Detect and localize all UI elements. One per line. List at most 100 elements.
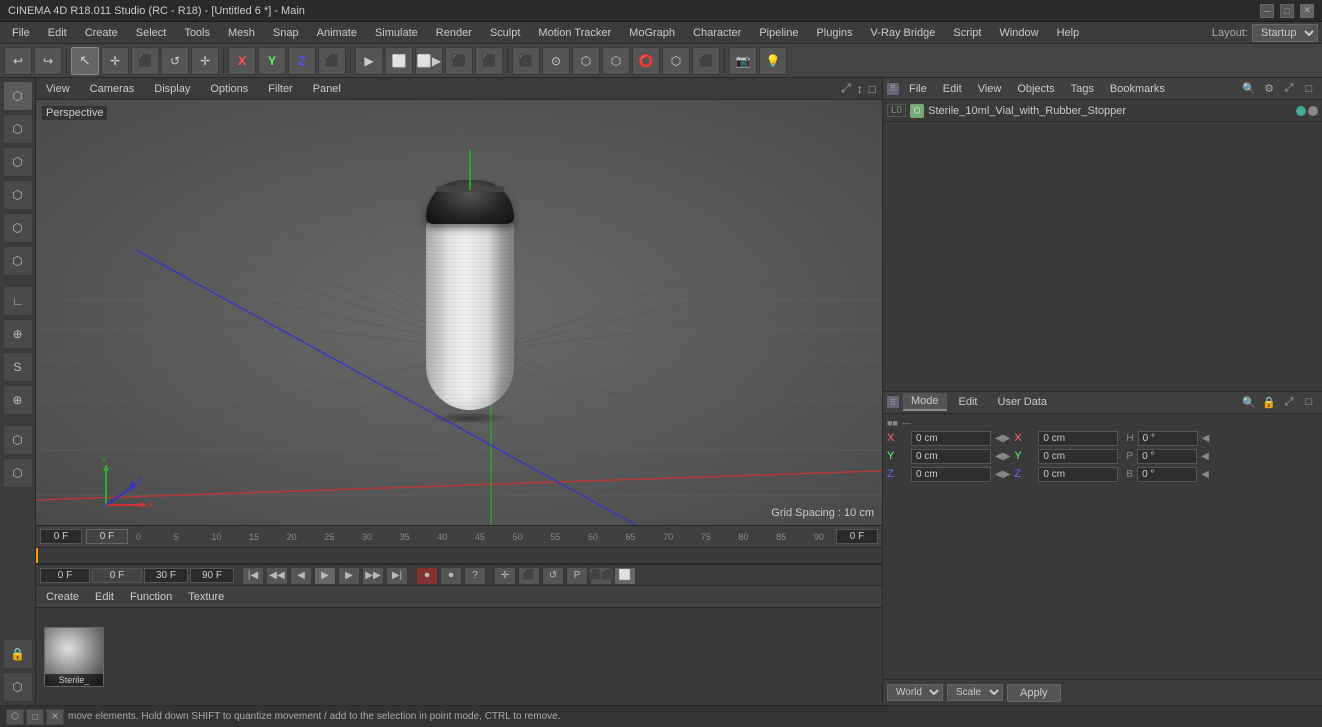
menu-edit[interactable]: Edit: [40, 25, 75, 41]
vp-menu-options[interactable]: Options: [204, 81, 254, 97]
render-view-button[interactable]: ⬜▶: [415, 47, 443, 75]
cube-btn[interactable]: ⬛: [512, 47, 540, 75]
status-icon-x[interactable]: ✕: [46, 709, 64, 725]
next-frame-button[interactable]: ▶▶: [362, 567, 384, 585]
menu-script[interactable]: Script: [945, 25, 989, 41]
obj-dot-gray[interactable]: [1308, 106, 1318, 116]
render-safe-btn[interactable]: ⬡: [3, 672, 33, 702]
render-all-button[interactable]: ⬛: [445, 47, 473, 75]
cone-btn[interactable]: ⬡: [602, 47, 630, 75]
bp-menu-function[interactable]: Function: [124, 589, 178, 605]
frame-start-field[interactable]: [40, 568, 90, 583]
timeline-track[interactable]: [36, 548, 882, 564]
bp-menu-texture[interactable]: Texture: [182, 589, 230, 605]
menu-sculpt[interactable]: Sculpt: [482, 25, 529, 41]
hide-btn[interactable]: ⬡: [3, 458, 33, 488]
coordinate-system-dropdown[interactable]: World: [887, 684, 943, 701]
magnet-btn[interactable]: ⊕: [3, 319, 33, 349]
rp-menu-edit[interactable]: Edit: [937, 81, 968, 97]
apply-button[interactable]: Apply: [1007, 684, 1061, 702]
menu-create[interactable]: Create: [77, 25, 126, 41]
maximize-objects-icon[interactable]: □: [1300, 80, 1318, 98]
rotate-tool-button[interactable]: ↺: [161, 47, 189, 75]
light-btn[interactable]: 💡: [759, 47, 787, 75]
rp-menu-objects[interactable]: Objects: [1011, 81, 1060, 97]
menu-simulate[interactable]: Simulate: [367, 25, 426, 41]
layout-dropdown[interactable]: Startup: [1252, 24, 1318, 42]
preview-button[interactable]: ⬜: [614, 567, 636, 585]
status-icon-2[interactable]: □: [26, 709, 44, 725]
y-position-field[interactable]: [911, 449, 991, 464]
points-mode-btn[interactable]: ⬡: [3, 147, 33, 177]
vp-menu-filter[interactable]: Filter: [262, 81, 298, 97]
frame-end-field[interactable]: [190, 568, 234, 583]
y-size-field[interactable]: [1038, 449, 1118, 464]
menu-render[interactable]: Render: [428, 25, 480, 41]
render-pic-button[interactable]: ⬛: [475, 47, 503, 75]
preview-start-field[interactable]: [86, 529, 128, 544]
obj-dot-green[interactable]: [1296, 106, 1306, 116]
material-thumbnail[interactable]: Sterile_: [44, 627, 104, 687]
move-tool-button[interactable]: ✛: [101, 47, 129, 75]
model-mode-btn[interactable]: ⬡: [3, 81, 33, 111]
bp-menu-edit[interactable]: Edit: [89, 589, 120, 605]
expand-objects-icon[interactable]: ⤢: [1280, 80, 1298, 98]
vp-menu-cameras[interactable]: Cameras: [84, 81, 141, 97]
vp-expand-btn[interactable]: ⤢: [839, 80, 853, 97]
rp-menu-bookmarks[interactable]: Bookmarks: [1104, 81, 1171, 97]
menu-mesh[interactable]: Mesh: [220, 25, 263, 41]
rp-menu-tags[interactable]: Tags: [1065, 81, 1100, 97]
menu-mograph[interactable]: MoGraph: [621, 25, 683, 41]
next-step-button[interactable]: ▶: [338, 567, 360, 585]
undo-button[interactable]: ↩: [4, 47, 32, 75]
vp-minimize-btn[interactable]: ↕: [855, 81, 865, 97]
grid-tl-button[interactable]: ⬛⬛: [590, 567, 612, 585]
menu-pipeline[interactable]: Pipeline: [751, 25, 806, 41]
play-button[interactable]: ▶: [314, 567, 336, 585]
frame-preview-field[interactable]: [92, 568, 142, 583]
p-arrow[interactable]: ◀: [1201, 451, 1209, 462]
sculpt-btn[interactable]: ⊕: [3, 385, 33, 415]
maximize-button[interactable]: □: [1280, 4, 1294, 18]
close-button[interactable]: ✕: [1300, 4, 1314, 18]
polys-mode-btn[interactable]: ⬡: [3, 213, 33, 243]
attr-tab-edit[interactable]: Edit: [951, 394, 986, 410]
record-active-button[interactable]: ⏺: [416, 567, 438, 585]
sphere-btn[interactable]: ⊙: [542, 47, 570, 75]
menu-snap[interactable]: Snap: [265, 25, 307, 41]
x-pos-arrow[interactable]: ◀▶: [995, 433, 1010, 444]
soft-select-btn[interactable]: S: [3, 352, 33, 382]
uv-mode-btn[interactable]: ⬡: [3, 246, 33, 276]
z-pos-arrow[interactable]: ◀▶: [995, 469, 1010, 480]
transform-mode-dropdown[interactable]: Scale: [947, 684, 1003, 701]
menu-file[interactable]: File: [4, 25, 38, 41]
vp-menu-panel[interactable]: Panel: [307, 81, 347, 97]
go-start-button[interactable]: |◀: [242, 567, 264, 585]
loop-button[interactable]: ↺: [542, 567, 564, 585]
render-region-button[interactable]: ⬜: [385, 47, 413, 75]
path-button[interactable]: P: [566, 567, 588, 585]
attr-maximize-icon[interactable]: □: [1300, 393, 1318, 411]
y-axis-button[interactable]: Y: [258, 47, 286, 75]
torus-btn[interactable]: ⭕: [632, 47, 660, 75]
menu-vray[interactable]: V-Ray Bridge: [863, 25, 944, 41]
b-field[interactable]: [1137, 467, 1197, 482]
current-frame-field[interactable]: [40, 529, 82, 544]
record-button[interactable]: ▶: [355, 47, 383, 75]
prev-frame-button[interactable]: ◀◀: [266, 567, 288, 585]
camera-btn[interactable]: 📷: [729, 47, 757, 75]
menu-motion-tracker[interactable]: Motion Tracker: [530, 25, 619, 41]
attr-search-icon[interactable]: 🔍: [1240, 393, 1258, 411]
vp-menu-display[interactable]: Display: [148, 81, 196, 97]
lock-btn[interactable]: 🔒: [3, 639, 33, 669]
b-arrow[interactable]: ◀: [1201, 469, 1209, 480]
axis-lock-button[interactable]: ⬛: [318, 47, 346, 75]
select-tool-button[interactable]: ↖: [71, 47, 99, 75]
vp-maximize-btn[interactable]: □: [867, 81, 878, 97]
h-field[interactable]: [1138, 431, 1198, 446]
x-size-field[interactable]: [1038, 431, 1118, 446]
menu-tools[interactable]: Tools: [176, 25, 218, 41]
move-keys-button[interactable]: ✛: [494, 567, 516, 585]
redo-button[interactable]: ↪: [34, 47, 62, 75]
menu-plugins[interactable]: Plugins: [808, 25, 860, 41]
